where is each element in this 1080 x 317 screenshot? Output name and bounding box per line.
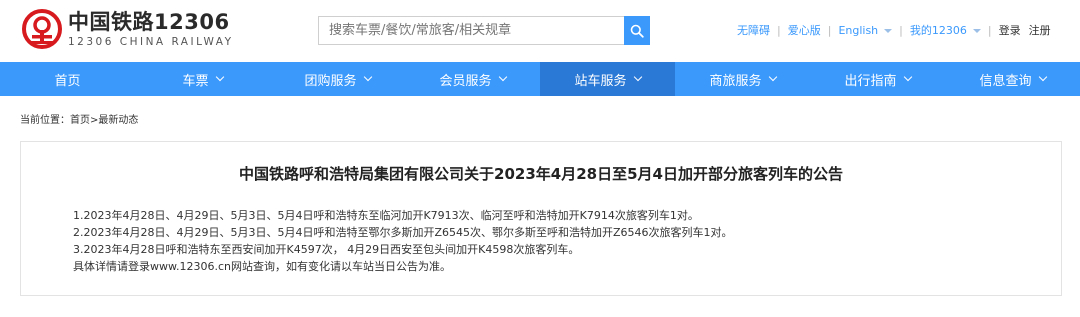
site-header: 中国铁路12306 12306 CHINA RAILWAY 无障碍 | 爱心版 …	[0, 0, 1080, 62]
chevron-down-icon	[1038, 72, 1047, 82]
search-icon	[630, 24, 644, 38]
divider: |	[899, 23, 903, 37]
divider: |	[987, 23, 992, 37]
divider: |	[777, 23, 781, 37]
divider: |	[827, 23, 832, 37]
logo-subtitle: 12306 CHINA RAILWAY	[68, 36, 234, 48]
language-label: English	[838, 23, 879, 37]
article-line: 3.2023年4月28日呼和浩特东至西安间加开K4597次， 4月29日西安至包…	[73, 243, 580, 256]
nav-item-member-service[interactable]: 会员服务	[405, 62, 540, 96]
nav-item-business-travel[interactable]: 商旅服务	[675, 62, 810, 96]
article-title: 中国铁路呼和浩特局集团有限公司关于2023年4月28日至5月4日加开部分旅客列车…	[239, 165, 843, 183]
nav-label: 站车服务	[574, 73, 627, 89]
language-dropdown[interactable]: English	[838, 23, 893, 37]
nav-label: 商旅服务	[709, 73, 762, 89]
chevron-down-icon	[498, 72, 507, 82]
site-logo[interactable]: 中国铁路12306 12306 CHINA RAILWAY	[22, 9, 234, 49]
search-input[interactable]	[318, 16, 624, 45]
logo-text: 中国铁路12306 12306 CHINA RAILWAY	[68, 9, 234, 49]
chevron-down-icon	[768, 72, 777, 82]
chevron-down-icon	[633, 72, 642, 82]
chevron-down-icon	[903, 72, 912, 82]
chevron-down-icon	[363, 72, 372, 82]
nav-item-station-service[interactable]: 站车服务	[540, 62, 675, 96]
breadcrumb: 当前位置：首页>最新动态	[20, 111, 138, 126]
love-version-link[interactable]: 爱心版	[788, 22, 821, 38]
article-line: 2.2023年4月28日、4月29日、5月3日、5月4日呼和浩特至鄂尔多斯加开Z…	[73, 226, 733, 239]
my12306-label: 我的12306	[909, 24, 967, 37]
article-panel: 中国铁路呼和浩特局集团有限公司关于2023年4月28日至5月4日加开部分旅客列车…	[20, 141, 1062, 296]
railway-logo-icon	[22, 9, 62, 49]
logo-title: 中国铁路12306	[68, 10, 230, 34]
nav-label: 车票	[182, 73, 209, 89]
nav-label: 会员服务	[439, 73, 492, 89]
search-bar	[318, 16, 650, 45]
nav-label: 出行指南	[844, 73, 897, 89]
nav-item-travel-guide[interactable]: 出行指南	[810, 62, 945, 96]
caret-down-icon	[884, 28, 893, 33]
main-nav: 首页 车票 团购服务 会员服务 站车服务 商旅服务 出行指南 信息查询	[0, 62, 1080, 96]
search-button[interactable]	[624, 16, 650, 45]
nav-item-tickets[interactable]: 车票	[135, 62, 270, 96]
chevron-down-icon	[215, 72, 224, 82]
breadcrumb-prefix: 当前位置：	[20, 115, 70, 126]
breadcrumb-current: 最新动态	[98, 115, 139, 126]
nav-item-group-service[interactable]: 团购服务	[270, 62, 405, 96]
article-body: 1.2023年4月28日、4月29日、5月3日、5月4日呼和浩特东至临河加开K7…	[73, 207, 733, 275]
nav-label: 首页	[54, 73, 81, 89]
my12306-dropdown[interactable]: 我的12306	[910, 22, 981, 38]
register-link[interactable]: 注册	[1029, 22, 1051, 38]
nav-label: 团购服务	[304, 73, 357, 89]
article-line: 具体详情请登录www.12306.cn网站查询，如有变化请以车站当日公告为准。	[73, 260, 451, 273]
caret-down-icon	[972, 29, 981, 33]
accessible-link[interactable]: 无障碍	[737, 22, 770, 38]
breadcrumb-home-link[interactable]: 首页	[70, 115, 90, 126]
nav-label: 信息查询	[979, 73, 1032, 89]
article-line: 1.2023年4月28日、4月29日、5月3日、5月4日呼和浩特东至临河加开K7…	[73, 209, 699, 222]
nav-item-home[interactable]: 首页	[0, 62, 135, 96]
login-link[interactable]: 登录	[999, 22, 1021, 38]
top-links: 无障碍 | 爱心版 | English | 我的12306 | 登录 注册	[737, 22, 1051, 38]
nav-item-info-query[interactable]: 信息查询	[945, 62, 1080, 96]
